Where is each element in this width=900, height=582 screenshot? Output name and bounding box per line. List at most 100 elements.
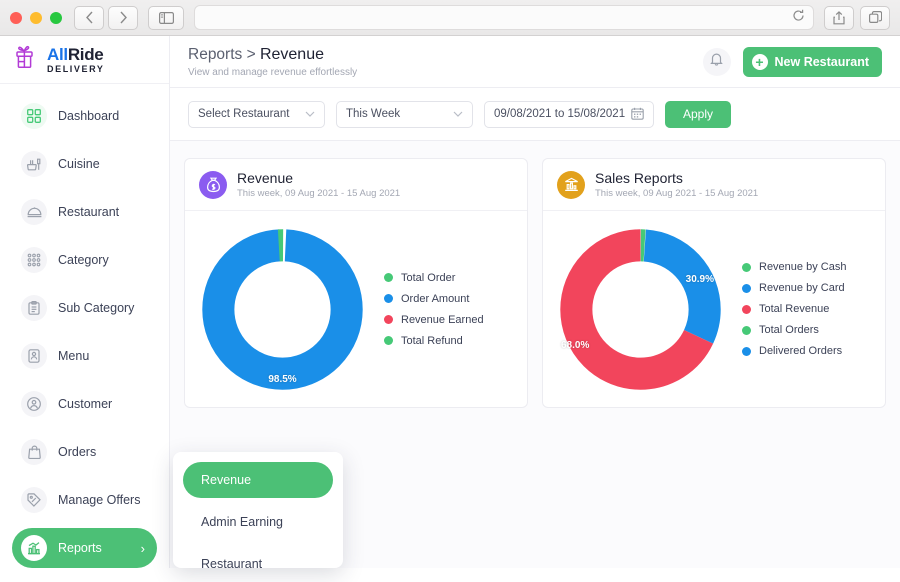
legend-color-swatch	[742, 346, 751, 356]
brand-name-first: All	[47, 44, 68, 64]
sidebar-item-restaurant[interactable]: Restaurant	[12, 192, 157, 232]
address-bar[interactable]	[194, 5, 814, 30]
restaurant-select[interactable]: Select Restaurant	[188, 100, 325, 128]
legend-label: Revenue by Card	[759, 282, 845, 294]
date-range-input[interactable]: 09/08/2021 to 15/08/2021	[484, 100, 654, 128]
sales-blue-slice-label: 30.9%	[685, 273, 714, 285]
browser-toolbar	[0, 0, 900, 36]
restaurant-dome-icon	[21, 199, 47, 225]
forward-button[interactable]	[108, 5, 138, 30]
legend-label: Total Revenue	[759, 303, 830, 315]
chevron-down-icon	[305, 109, 315, 119]
legend-label: Revenue by Cash	[759, 261, 847, 273]
sales-reports-donut-chart[interactable]: 30.9% 68.0%	[553, 222, 728, 397]
legend-item: Total Orders	[742, 324, 846, 336]
reload-icon[interactable]	[792, 9, 805, 27]
revenue-donut-chart[interactable]: 98.5%	[195, 222, 370, 397]
calendar-icon[interactable]	[631, 107, 644, 122]
revenue-card-subtitle: This week, 09 Aug 2021 - 15 Aug 2021	[237, 188, 401, 199]
breadcrumb-parent[interactable]: Reports >	[188, 46, 260, 63]
sidebar-item-label: Restaurant	[58, 205, 120, 219]
sales-reports-card-header: Sales Reports This week, 09 Aug 2021 - 1…	[543, 159, 885, 211]
legend-label: Total Orders	[759, 324, 819, 336]
sales-red-slice-label: 68.0%	[561, 339, 590, 351]
legend-item: Total Order	[384, 272, 484, 284]
cuisine-icon	[21, 151, 47, 177]
window-controls	[10, 11, 62, 24]
revenue-card-title: Revenue	[237, 170, 294, 186]
sidebar-item-label: Sub Category	[58, 301, 135, 315]
clipboard-icon	[21, 295, 47, 321]
close-window-button[interactable]	[10, 11, 22, 24]
submenu-item-restaurant[interactable]: Restaurant	[183, 546, 333, 582]
page-title: Revenue	[259, 45, 324, 63]
sidebar-item-reports[interactable]: Reports ›	[12, 528, 157, 568]
revenue-slice-label: 98.5%	[268, 373, 297, 385]
brand-name-second: Ride	[67, 44, 104, 64]
submenu-item-admin-earning[interactable]: Admin Earning	[183, 504, 333, 540]
legend-color-swatch	[384, 294, 393, 303]
legend-item: Total Refund	[384, 335, 484, 347]
sidebar-item-category[interactable]: Category	[12, 240, 157, 280]
grid-icon	[21, 103, 47, 129]
chevron-right-icon: ›	[140, 540, 145, 556]
sidebar-item-dashboard[interactable]: Dashboard	[12, 96, 157, 136]
bank-chart-icon	[557, 170, 585, 199]
maximize-window-button[interactable]	[50, 11, 62, 24]
legend-item: Revenue by Card	[742, 282, 846, 294]
reports-submenu: Revenue Admin Earning Restaurant	[173, 452, 343, 571]
back-button[interactable]	[74, 5, 104, 30]
sales-reports-legend: Revenue by Cash Revenue by Card Total Re…	[742, 261, 846, 357]
bell-icon	[710, 52, 723, 71]
share-icon[interactable]	[824, 5, 854, 30]
add-restaurant-button[interactable]: + New Restaurant	[742, 46, 882, 77]
sales-reports-card-subtitle: This week, 09 Aug 2021 - 15 Aug 2021	[595, 188, 759, 199]
legend-color-swatch	[384, 336, 393, 345]
reports-chart-icon	[21, 535, 47, 561]
category-grid-icon	[21, 247, 47, 273]
legend-item: Revenue by Cash	[742, 261, 846, 273]
sidebar-item-label: Manage Offers	[58, 493, 141, 507]
sidebar-toggle-icon[interactable]	[148, 5, 184, 30]
legend-color-swatch	[384, 315, 393, 324]
orders-bag-icon	[21, 439, 47, 465]
date-range-value: 09/08/2021 to 15/08/2021	[494, 108, 626, 120]
minimize-window-button[interactable]	[30, 11, 42, 24]
sidebar-item-manage-offers[interactable]: Manage Offers	[12, 480, 157, 520]
plus-circle-icon: +	[751, 53, 768, 70]
sidebar-item-orders[interactable]: Orders	[12, 432, 157, 472]
legend-color-swatch	[384, 273, 393, 282]
legend-item: Order Amount	[384, 293, 484, 305]
legend-label: Order Amount	[401, 292, 470, 305]
revenue-legend: Total Order Order Amount Revenue Earned …	[384, 272, 484, 347]
topbar: Reports > Revenue View and manage revenu…	[170, 36, 900, 88]
legend-label: Total Refund	[401, 334, 463, 347]
navigation-buttons	[74, 5, 138, 30]
sidebar-item-label: Category	[58, 253, 109, 267]
money-bag-icon	[199, 170, 227, 199]
sidebar-item-customer[interactable]: Customer	[12, 384, 157, 424]
period-select-value: This Week	[346, 108, 401, 120]
gift-box-icon	[14, 43, 40, 76]
legend-color-swatch	[742, 325, 751, 335]
tabs-icon[interactable]	[860, 5, 890, 30]
topbar-actions: + New Restaurant	[702, 46, 882, 77]
sidebar-item-cuisine[interactable]: Cuisine	[12, 144, 157, 184]
sidebar-item-menu[interactable]: Menu	[12, 336, 157, 376]
legend-item: Delivered Orders	[742, 345, 846, 357]
notifications-button[interactable]	[702, 47, 731, 76]
brand-text: AllRide DELIVERY	[47, 46, 104, 74]
add-restaurant-label: New Restaurant	[774, 54, 869, 69]
period-select[interactable]: This Week	[336, 100, 473, 128]
apply-button[interactable]: Apply	[665, 100, 732, 128]
legend-label: Revenue Earned	[401, 313, 484, 326]
menu-book-icon	[21, 343, 47, 369]
brand-logo[interactable]: AllRide DELIVERY	[0, 36, 169, 84]
offer-tag-icon	[21, 487, 47, 513]
sidebar-item-sub-category[interactable]: Sub Category	[12, 288, 157, 328]
sidebar: AllRide DELIVERY Dashboard Cuisine Resta…	[0, 36, 170, 568]
legend-item: Total Revenue	[742, 303, 846, 315]
submenu-item-revenue[interactable]: Revenue	[183, 462, 333, 498]
app-root: AllRide DELIVERY Dashboard Cuisine Resta…	[0, 36, 900, 571]
legend-color-swatch	[742, 262, 751, 272]
